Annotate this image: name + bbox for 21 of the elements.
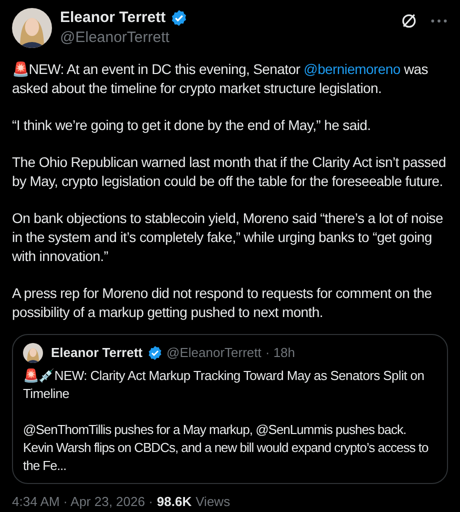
quoted-tweet-card[interactable]	[12, 334, 448, 484]
quote-title: 🚨💉NEW: Clarity Act Markup Tracking Toward May as Senators Split on Timeline	[23, 367, 426, 403]
views-count: 98.6K	[156, 493, 192, 511]
tweet-paragraph: On bank objections to stablecoin yield, Moreno said “there’s a lot of noise in the system and it’s completely fake,” while urging banks to “get going with innovation.”	[12, 209, 444, 266]
grok-icon[interactable]	[400, 12, 418, 30]
avatar[interactable]	[23, 343, 43, 363]
tweet-paragraph: The Ohio Republican warned last month that if the Clarity Act isn’t passed by May, crypto legislation could be off the table for the foreseeable future.	[12, 153, 447, 191]
more-icon[interactable]	[430, 17, 448, 25]
mention-link[interactable]: @berniemoreno	[304, 61, 400, 77]
quote-age: · 18h	[265, 344, 296, 362]
quote-body: @SenThomTillis pushes for a May markup, @SenLummis pushes back. Kevin Warsh flips on CBDCs, and a new bill would expand crypto’s access to the Fe...	[23, 421, 430, 475]
author-name[interactable]: Eleanor Terrett	[60, 8, 166, 28]
quote-author-name[interactable]: Eleanor Terrett	[51, 343, 143, 363]
author-handle[interactable]: @EleanorTerrett	[60, 28, 188, 48]
views-label: Views	[196, 493, 230, 511]
tweet-paragraph: 🚨NEW: At an event in DC this evening, Senator @berniemoreno was asked about the timeline for crypto market structure legislation.	[12, 60, 429, 98]
tweet-paragraph: A press rep for Moreno did not respond to requests for comment on the possibility of a markup getting pushed to next month.	[12, 284, 433, 322]
tweet-paragraph: “I think we’re going to get it done by the end of May,” he said.	[12, 116, 372, 135]
quote-author-handle[interactable]: @EleanorTerrett	[166, 343, 262, 363]
avatar[interactable]	[12, 8, 52, 48]
post-timestamp[interactable]: 4:34 AM · Apr 23, 2026 ·	[12, 492, 153, 512]
